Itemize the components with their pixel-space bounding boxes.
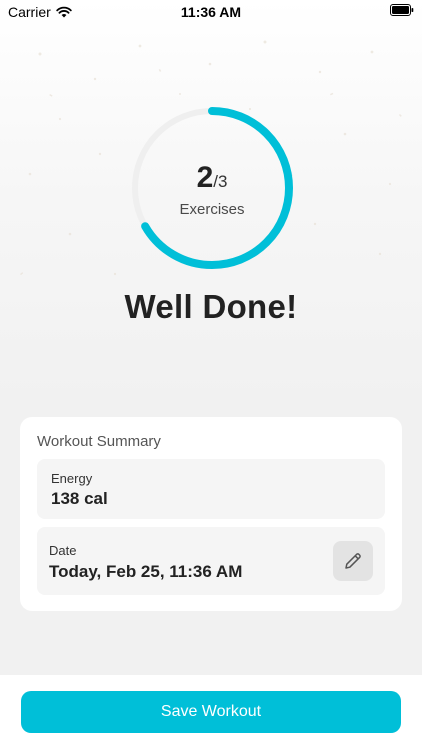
pencil-icon bbox=[345, 553, 361, 569]
date-label: Date bbox=[49, 543, 77, 558]
status-time: 11:36 AM bbox=[180, 4, 242, 20]
total-count: /3 bbox=[213, 172, 228, 191]
progress-center: 2/3 Exercises bbox=[127, 161, 297, 218]
completion-headline: Well Done! bbox=[124, 288, 298, 325]
energy-label: Energy bbox=[51, 471, 93, 486]
exercise-count: 2/3 bbox=[127, 161, 297, 199]
exercise-progress-ring: 2/3 Exercises bbox=[127, 103, 297, 273]
workout-summary-card: Workout Summary Energy 138 cal Date Toda… bbox=[20, 417, 402, 611]
energy-value: 138 cal bbox=[51, 489, 108, 508]
battery-icon bbox=[390, 4, 414, 16]
energy-row: Energy 138 cal bbox=[37, 459, 385, 519]
completed-count: 2 bbox=[196, 161, 214, 194]
bottom-action-bar: Save Workout bbox=[0, 675, 422, 750]
save-workout-button[interactable]: Save Workout bbox=[21, 691, 401, 733]
date-value: Today, Feb 25, 11:36 AM bbox=[49, 562, 243, 581]
exercises-label: Exercises bbox=[179, 201, 245, 218]
edit-date-button[interactable] bbox=[333, 541, 373, 581]
summary-title: Workout Summary bbox=[37, 433, 161, 450]
status-bar: Carrier 11:36 AM bbox=[0, 0, 422, 24]
date-row: Date Today, Feb 25, 11:36 AM bbox=[37, 527, 385, 595]
